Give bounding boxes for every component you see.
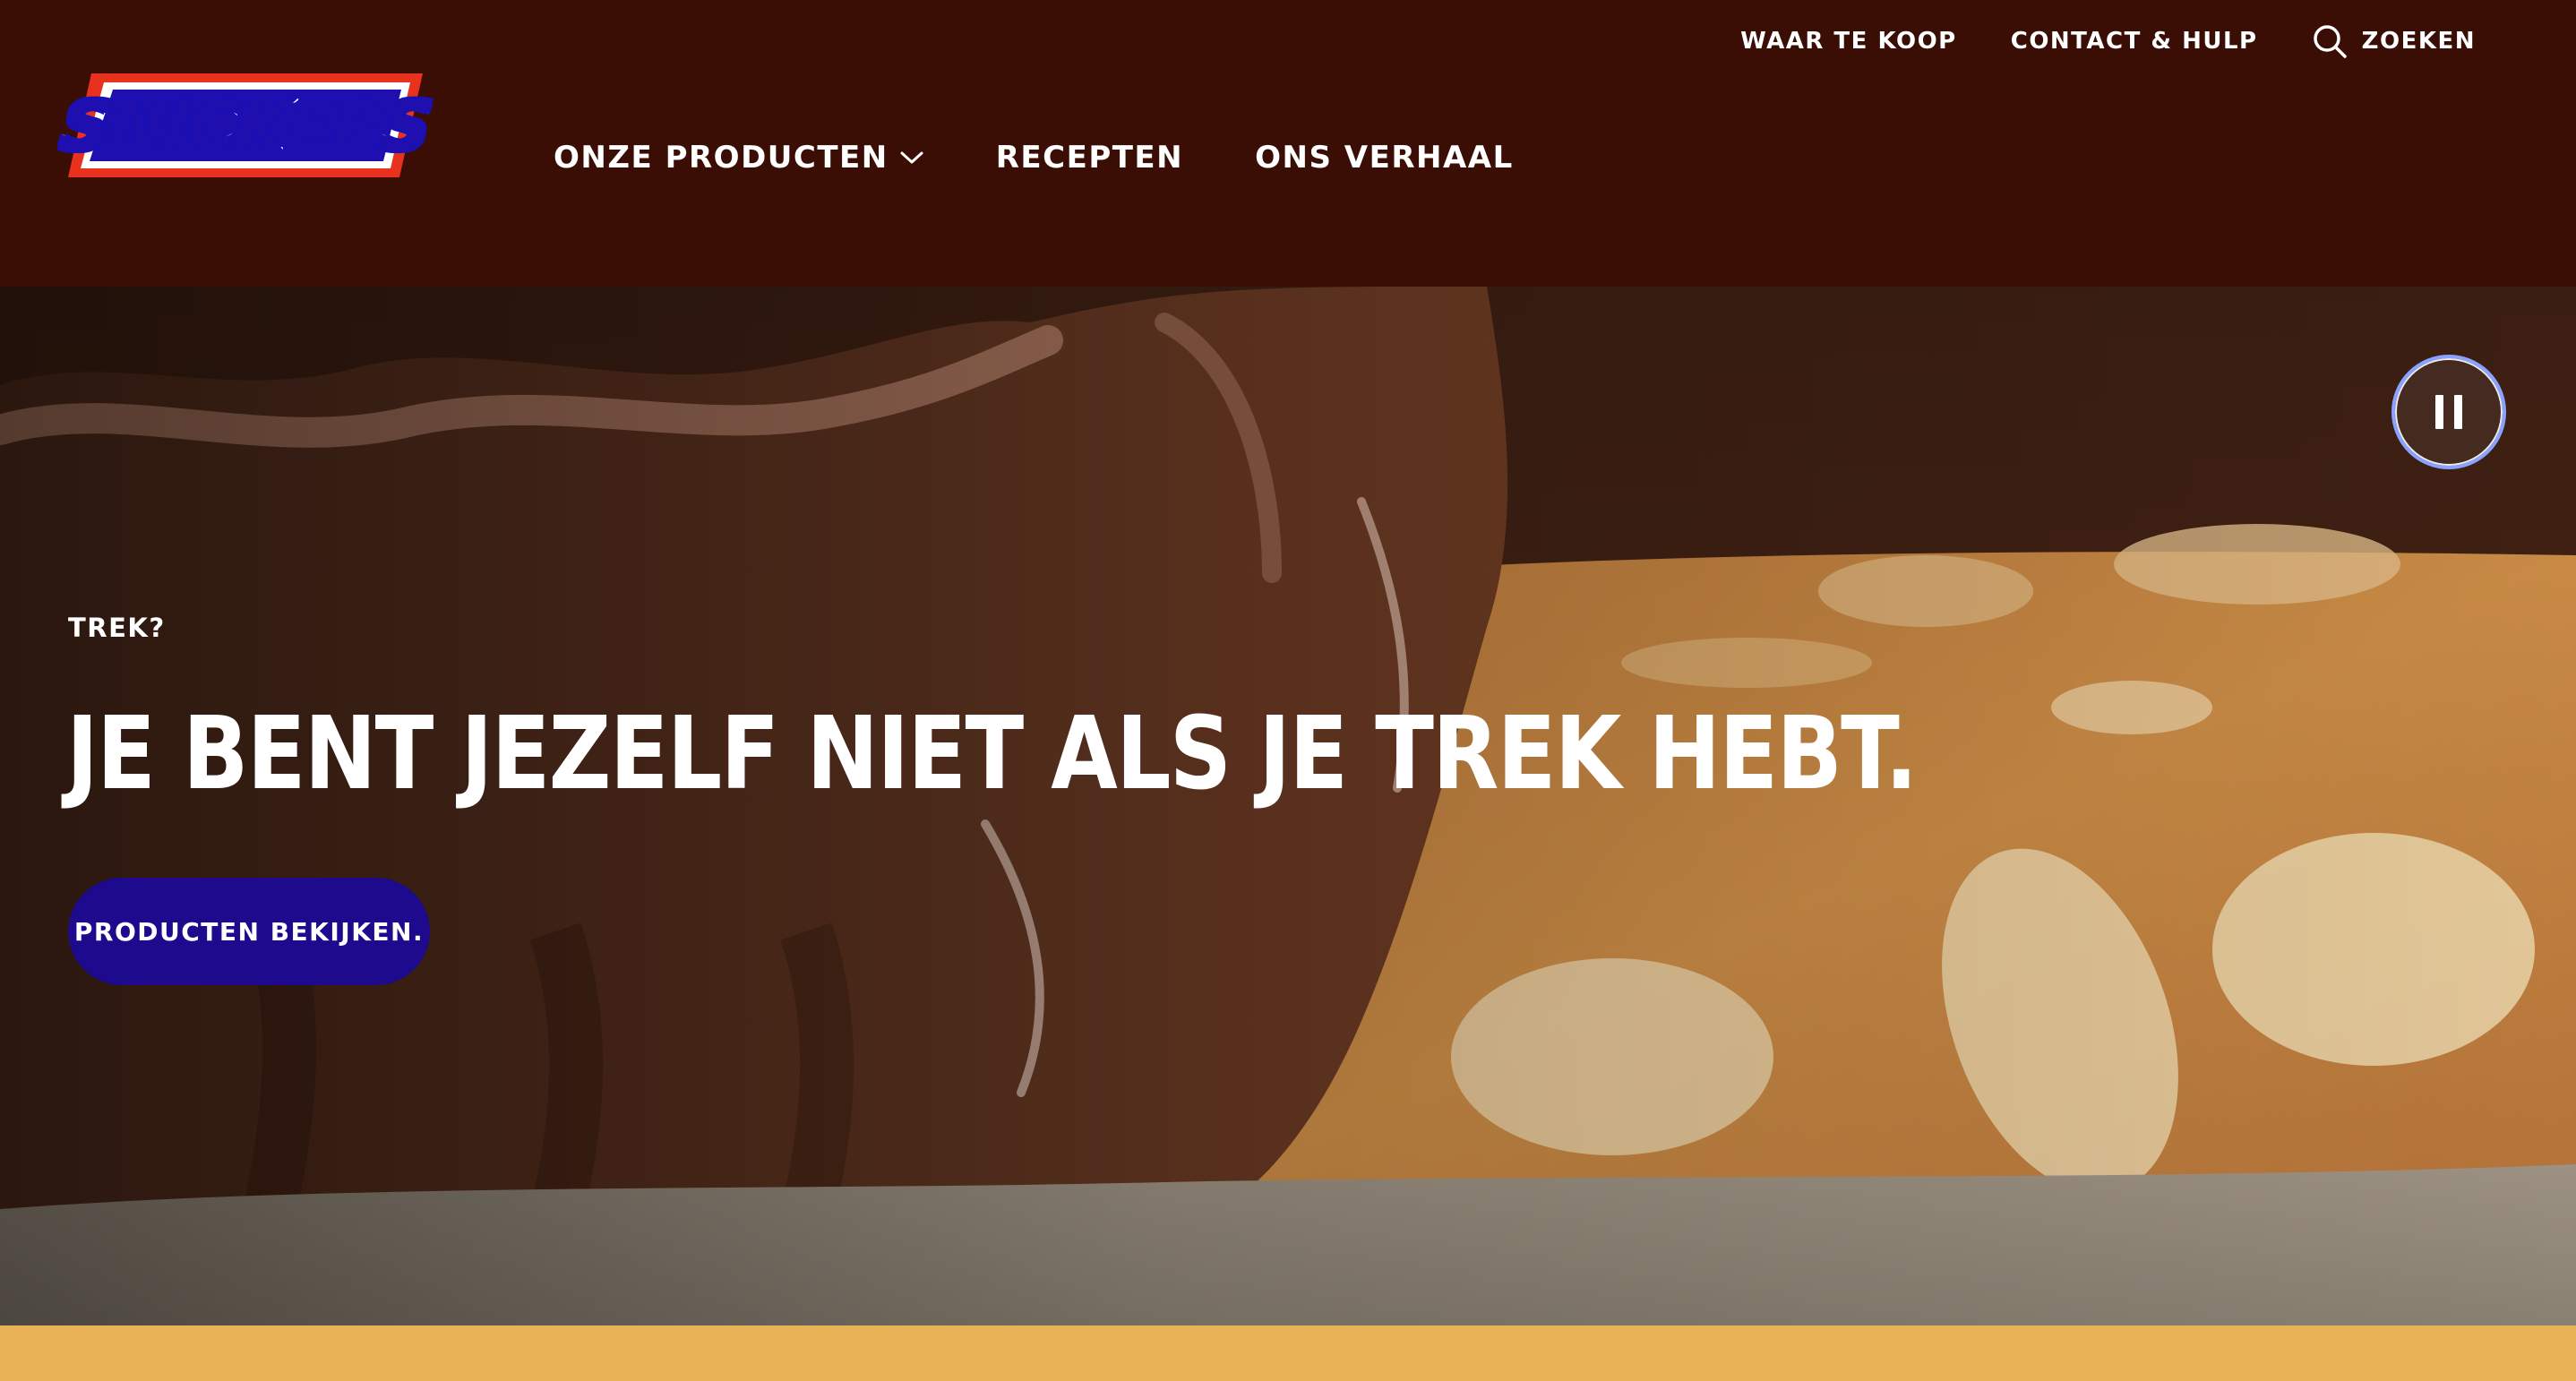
where-to-buy-link[interactable]: WAAR TE KOOP: [1740, 28, 1957, 55]
contact-link[interactable]: CONTACT & HULP: [2011, 28, 2258, 55]
search-button[interactable]: ZOEKEN: [2312, 23, 2476, 59]
logo-wordmark: SNICKERS: [55, 84, 436, 167]
hero-eyebrow: TREK?: [68, 613, 166, 643]
main-nav: ONZE PRODUCTEN RECEPTEN ONS VERHAAL: [554, 134, 1514, 181]
pause-icon: [2430, 395, 2468, 429]
search-label: ZOEKEN: [2361, 28, 2476, 55]
hero-video: TREK? JE BENT JEZELF NIET ALS JE TREK HE…: [0, 287, 2576, 1325]
bottom-strip: [0, 1325, 2576, 1381]
hero-headline: JE BENT JEZELF NIET ALS JE TREK HEBT.: [66, 696, 1918, 812]
nav-item-recipes[interactable]: RECEPTEN: [996, 140, 1183, 176]
page: SNICKERS WAAR TE KOOP CONTACT & HULP ZOE…: [0, 0, 2576, 1381]
site-header: SNICKERS WAAR TE KOOP CONTACT & HULP ZOE…: [0, 0, 2576, 287]
nav-item-our-story[interactable]: ONS VERHAAL: [1255, 140, 1514, 176]
search-icon: [2312, 23, 2348, 59]
utility-nav: WAAR TE KOOP CONTACT & HULP ZOEKEN: [1740, 23, 2476, 59]
view-products-button[interactable]: PRODUCTEN BEKIJKEN.: [68, 878, 430, 985]
snickers-logo[interactable]: SNICKERS: [55, 73, 436, 177]
pause-button[interactable]: [2391, 355, 2506, 469]
nav-item-label: ONZE PRODUCTEN: [554, 140, 889, 176]
nav-item-products[interactable]: ONZE PRODUCTEN: [554, 140, 924, 176]
chevron-down-icon: [899, 149, 924, 167]
